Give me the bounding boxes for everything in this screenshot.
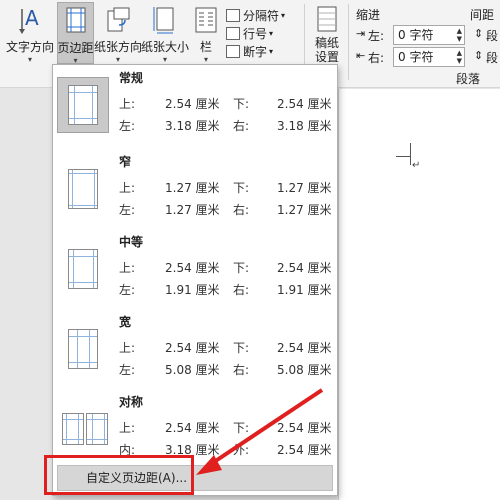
annotation-arrow-icon	[196, 388, 324, 475]
watermark: Bai百度 jingyan.baidu.com	[372, 452, 455, 487]
watermark-brand: Bai百度	[372, 457, 437, 477]
watermark-url: jingyan.baidu.com	[372, 477, 456, 487]
